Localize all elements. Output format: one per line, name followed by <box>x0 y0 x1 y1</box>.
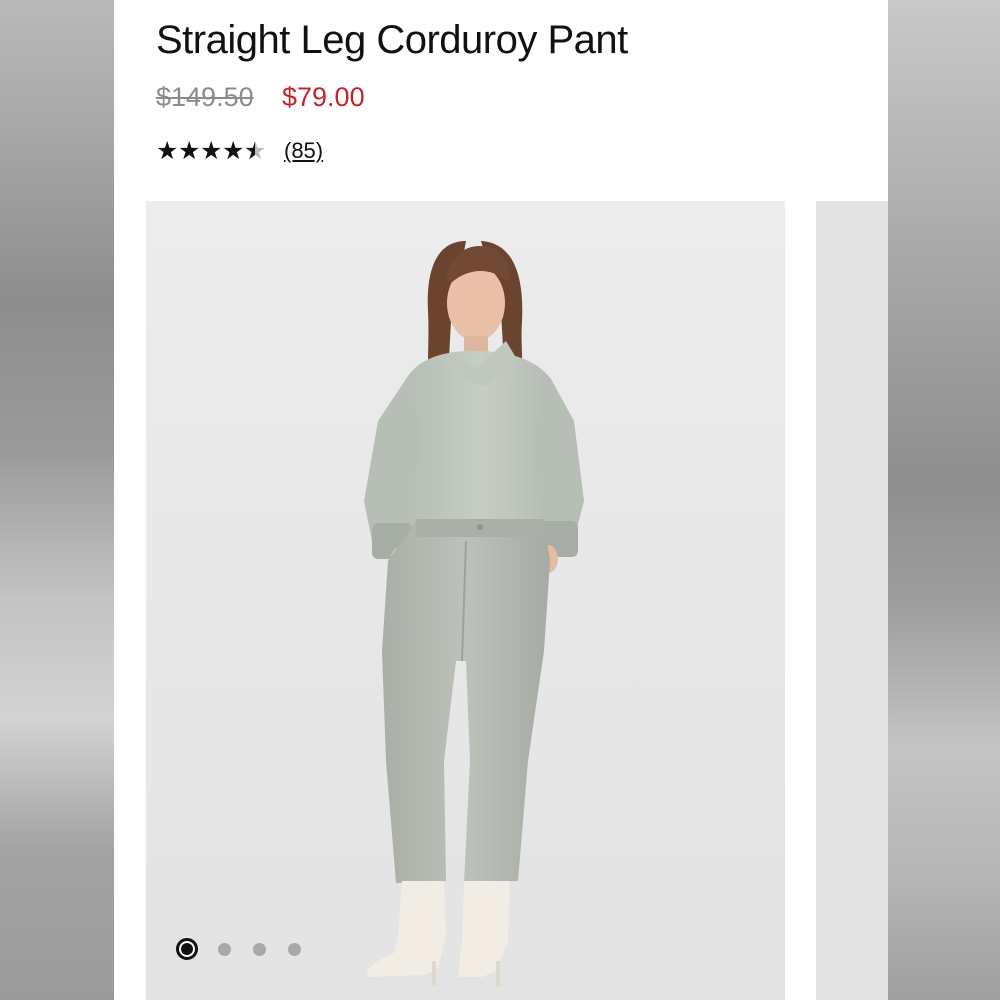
star-icon: ★ <box>156 137 179 165</box>
review-count-link[interactable]: (85) <box>284 138 323 164</box>
background-right <box>888 0 1000 1000</box>
half-star-icon: ★★ <box>244 137 267 165</box>
star-icon: ★ <box>222 137 245 165</box>
product-image <box>146 201 785 1000</box>
background-left <box>0 0 114 1000</box>
product-title: Straight Leg Corduroy Pant <box>156 18 628 62</box>
rating-stars: ★ ★ ★ ★ ★★ <box>156 136 266 166</box>
carousel-dot[interactable] <box>218 942 231 956</box>
star-icon: ★ <box>178 137 201 165</box>
carousel-dot[interactable] <box>288 942 301 956</box>
carousel-dot-active[interactable] <box>176 938 198 960</box>
star-icon: ★ <box>200 137 223 165</box>
product-panel: Straight Leg Corduroy Pant $149.50 $79.0… <box>114 0 888 1000</box>
next-image-preview[interactable] <box>816 201 888 1000</box>
product-rating[interactable]: ★ ★ ★ ★ ★★ (85) <box>156 136 323 166</box>
sale-price: $79.00 <box>282 82 365 112</box>
product-image-carousel[interactable] <box>146 201 785 1000</box>
carousel-indicators <box>176 938 323 960</box>
carousel-dot[interactable] <box>253 942 266 956</box>
original-price: $149.50 <box>156 82 254 112</box>
